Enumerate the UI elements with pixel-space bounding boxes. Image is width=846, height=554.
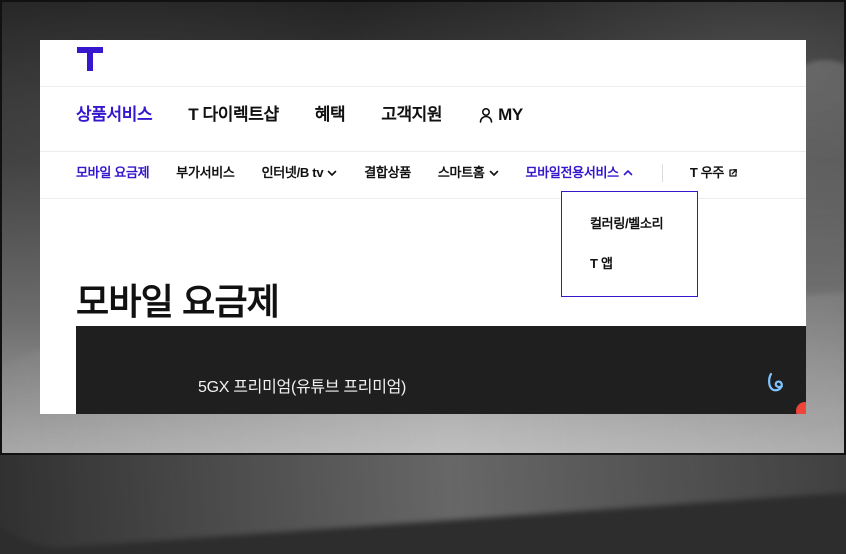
gnb-item-label: MY <box>498 105 523 124</box>
brand-mark-icon <box>768 372 783 392</box>
external-link-icon <box>729 169 737 177</box>
subnav-item-smarthome[interactable]: 스마트홈 <box>438 162 499 184</box>
subnav-item-label: 모바일전용서비스 <box>525 165 620 180</box>
chevron-down-icon <box>489 170 498 176</box>
subnav-item-label: 결합상품 <box>364 165 411 180</box>
plan-card[interactable]: 5GX 프리미엄(유튜브 프리미엄) <box>76 326 806 414</box>
subnav-item-bundles[interactable]: 결합상품 <box>364 162 411 184</box>
subnav-item-mobile-only-services[interactable]: 모바일전용서비스 <box>526 162 633 184</box>
gnb-item-tdirectshop[interactable]: T 다이렉트샵 <box>188 103 279 127</box>
subnav-item-internet-btv[interactable]: 인터넷/B tv <box>262 162 338 184</box>
subnav-item-label: 인터넷/B tv <box>261 165 324 180</box>
subnav-item-label: T 우주 <box>689 165 725 180</box>
sub-nav-items: 모바일 요금제 부가서비스 인터넷/B tv 결합상품 스마트홈 모바일전용서비… <box>76 162 738 184</box>
subnav-item-t-universe[interactable]: T 우주 <box>690 162 738 184</box>
subnav-divider <box>661 164 663 182</box>
gnb-item-products[interactable]: 상품서비스 <box>76 103 153 127</box>
gnb-item-label: 상품서비스 <box>76 105 153 124</box>
chevron-up-icon <box>623 170 633 176</box>
gnb-item-label: 혜택 <box>314 105 346 124</box>
subnav-item-mobile-plan[interactable]: 모바일 요금제 <box>76 162 150 184</box>
gnb-item-label: T 다이렉트샵 <box>188 105 279 124</box>
gnb-item-benefits[interactable]: 혜택 <box>314 103 346 127</box>
page-title: 모바일 요금제 <box>76 281 280 323</box>
top-bar <box>40 40 806 87</box>
plan-name: 5GX 프리미엄(유튜브 프리미엄) <box>198 379 407 396</box>
chevron-down-icon <box>327 170 337 176</box>
subnav-item-addons[interactable]: 부가서비스 <box>176 162 235 184</box>
global-nav: 상품서비스 T 다이렉트샵 혜택 고객지원 MY <box>40 87 806 152</box>
dropdown-item-coloring-ringtone[interactable]: 컬러링/벨소리 <box>590 214 697 234</box>
gnb-item-label: 고객지원 <box>381 105 443 124</box>
subnav-item-label: 모바일 요금제 <box>76 165 150 180</box>
global-nav-items: 상품서비스 T 다이렉트샵 혜택 고객지원 MY <box>76 103 523 127</box>
gnb-item-my[interactable]: MY <box>478 103 523 127</box>
browser-viewport: 상품서비스 T 다이렉트샵 혜택 고객지원 MY 모바일 요금제 부가서비스 인… <box>40 40 806 414</box>
subnav-item-label: 부가서비스 <box>176 165 235 180</box>
subnav-item-label: 스마트홈 <box>437 165 485 180</box>
user-icon <box>479 107 493 123</box>
gnb-item-support[interactable]: 고객지원 <box>381 103 442 127</box>
t-logo-icon[interactable] <box>75 43 105 73</box>
dropdown-item-t-app[interactable]: T 앱 <box>590 254 697 274</box>
red-dot <box>796 402 806 414</box>
mobile-only-services-dropdown: 컬러링/벨소리 T 앱 <box>561 191 698 297</box>
